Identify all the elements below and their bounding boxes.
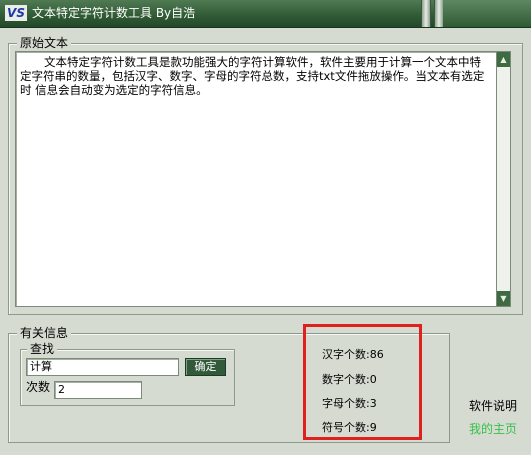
- help-link[interactable]: 软件说明: [469, 397, 517, 414]
- count-label: 次数: [26, 380, 51, 394]
- textarea-scrollbar[interactable]: ▲ ▼: [496, 51, 511, 307]
- app-logo: VS: [5, 5, 27, 21]
- window-title: 文本特定字符计数工具 By自浩: [32, 6, 196, 20]
- close-button[interactable]: [443, 0, 531, 27]
- info-group-label: 有关信息: [17, 326, 72, 340]
- search-group-label: 查找: [27, 342, 58, 356]
- homepage-link[interactable]: 我的主页: [469, 420, 517, 437]
- calculate-button[interactable]: 确定: [185, 358, 226, 376]
- minimize-button[interactable]: [421, 0, 431, 27]
- scroll-down-icon[interactable]: ▼: [497, 291, 510, 306]
- count-field: 2: [54, 381, 142, 399]
- search-input[interactable]: 计算: [26, 358, 179, 376]
- source-text: 文本特定字符计数工具是款功能强大的字符计算软件，软件主要用于计算一个文本中特定字…: [20, 55, 485, 97]
- source-textarea[interactable]: 文本特定字符计数工具是款功能强大的字符计算软件，软件主要用于计算一个文本中特定字…: [15, 51, 498, 307]
- source-text-group-label: 原始文本: [17, 36, 72, 50]
- scroll-up-icon[interactable]: ▲: [497, 52, 510, 67]
- stats-highlight-box: [303, 324, 422, 440]
- title-bar[interactable]: VS 文本特定字符计数工具 By自浩: [0, 0, 531, 28]
